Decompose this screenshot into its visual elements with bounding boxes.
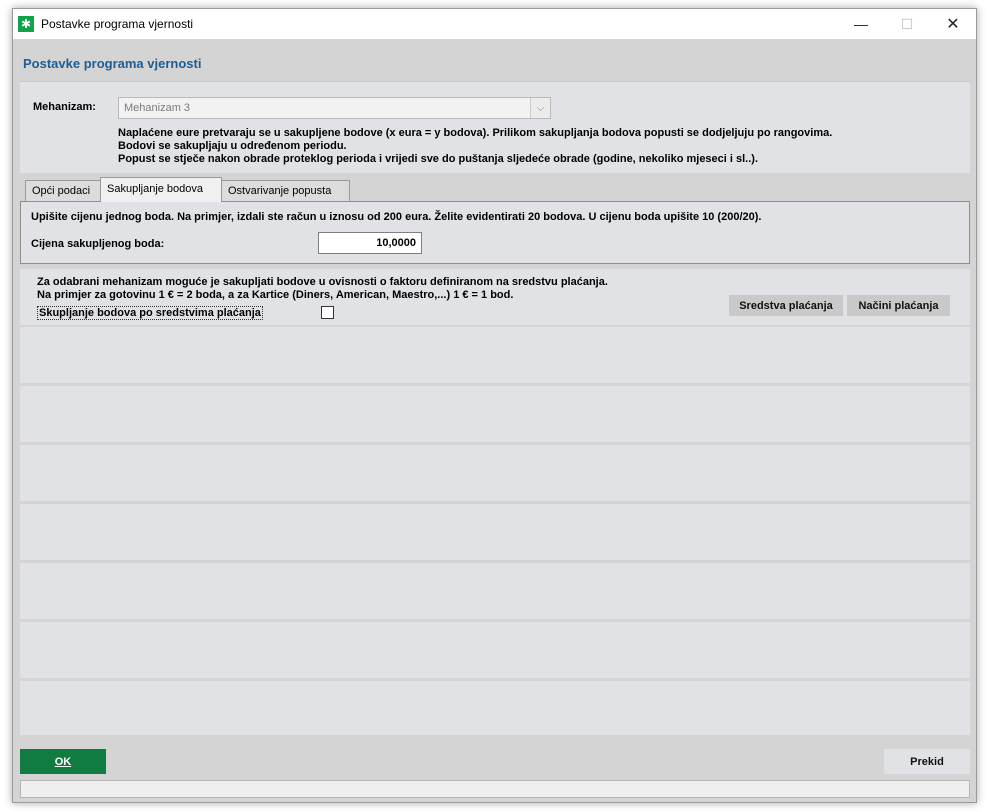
close-icon: ✕ — [946, 16, 960, 33]
mechanism-label: Mehanizam: — [33, 101, 96, 113]
mechanism-description-1: Naplaćene eure pretvaraju se u sakupljen… — [118, 127, 833, 139]
price-label: Cijena sakupljenog boda: — [31, 238, 165, 250]
footer: OK Prekid — [20, 749, 970, 775]
mechanism-description-3: Popust se stječe nakon obrade proteklog … — [118, 153, 759, 165]
tab-opci-podaci[interactable]: Opći podaci — [25, 180, 103, 201]
mechanism-select[interactable]: Mehanizam 3 ⌵ — [118, 97, 551, 119]
payment-info-1: Za odabrani mehanizam moguće je sakuplja… — [37, 276, 608, 288]
dialog-window: ✱ Postavke programa vjernosti — ☐ ✕ Post… — [12, 8, 977, 803]
empty-row — [20, 563, 970, 619]
payment-panel: Za odabrani mehanizam moguće je sakuplja… — [20, 269, 970, 325]
sredstva-placanja-button[interactable]: Sredstva plaćanja — [729, 295, 843, 316]
price-input[interactable] — [318, 232, 422, 254]
tab-label: Ostvarivanje popusta — [228, 185, 332, 197]
cancel-button[interactable]: Prekid — [884, 749, 970, 774]
tab-ostvarivanje-popusta[interactable]: Ostvarivanje popusta — [221, 180, 350, 201]
chevron-down-icon[interactable]: ⌵ — [530, 98, 550, 118]
payment-checkbox-label[interactable]: Skupljanje bodova po sredstvima plaćanja — [37, 306, 263, 320]
header: Postavke programa vjernosti — [13, 39, 976, 79]
minimize-button[interactable]: — — [838, 9, 884, 39]
empty-row — [20, 504, 970, 560]
close-button[interactable]: ✕ — [930, 9, 976, 39]
tab-bar: Opći podaci Sakupljanje bodova Ostvariva… — [20, 177, 970, 202]
mechanism-panel: Mehanizam: Mehanizam 3 ⌵ Naplaćene eure … — [20, 81, 970, 173]
mechanism-description-2: Bodovi se sakupljaju u određenom periodu… — [118, 140, 347, 152]
payment-info-2: Na primjer za gotovinu 1 € = 2 boda, a z… — [37, 289, 514, 301]
window-title: Postavke programa vjernosti — [41, 17, 194, 31]
tab-sakupljanje-bodova[interactable]: Sakupljanje bodova — [100, 177, 222, 202]
empty-row — [20, 622, 970, 678]
maximize-icon: ☐ — [900, 15, 914, 32]
mechanism-select-value: Mehanizam 3 — [124, 102, 191, 114]
status-bar — [20, 780, 970, 798]
tab-label: Opći podaci — [32, 185, 91, 197]
payment-checkbox[interactable] — [321, 306, 334, 319]
minimize-icon: — — [854, 16, 868, 32]
maximize-button[interactable]: ☐ — [884, 9, 930, 39]
empty-row — [20, 327, 970, 383]
points-instructions: Upišite cijenu jednog boda. Na primjer, … — [31, 211, 762, 223]
points-panel: Upišite cijenu jednog boda. Na primjer, … — [20, 201, 970, 264]
empty-row — [20, 386, 970, 442]
page-title: Postavke programa vjernosti — [23, 56, 202, 71]
ok-button[interactable]: OK — [20, 749, 106, 774]
empty-row — [20, 681, 970, 735]
nacini-placanja-button[interactable]: Načini plaćanja — [847, 295, 950, 316]
green-star-icon: ✱ — [18, 16, 34, 32]
title-bar[interactable]: ✱ Postavke programa vjernosti — ☐ ✕ — [13, 9, 976, 39]
tab-label: Sakupljanje bodova — [107, 183, 204, 195]
empty-row — [20, 445, 970, 501]
